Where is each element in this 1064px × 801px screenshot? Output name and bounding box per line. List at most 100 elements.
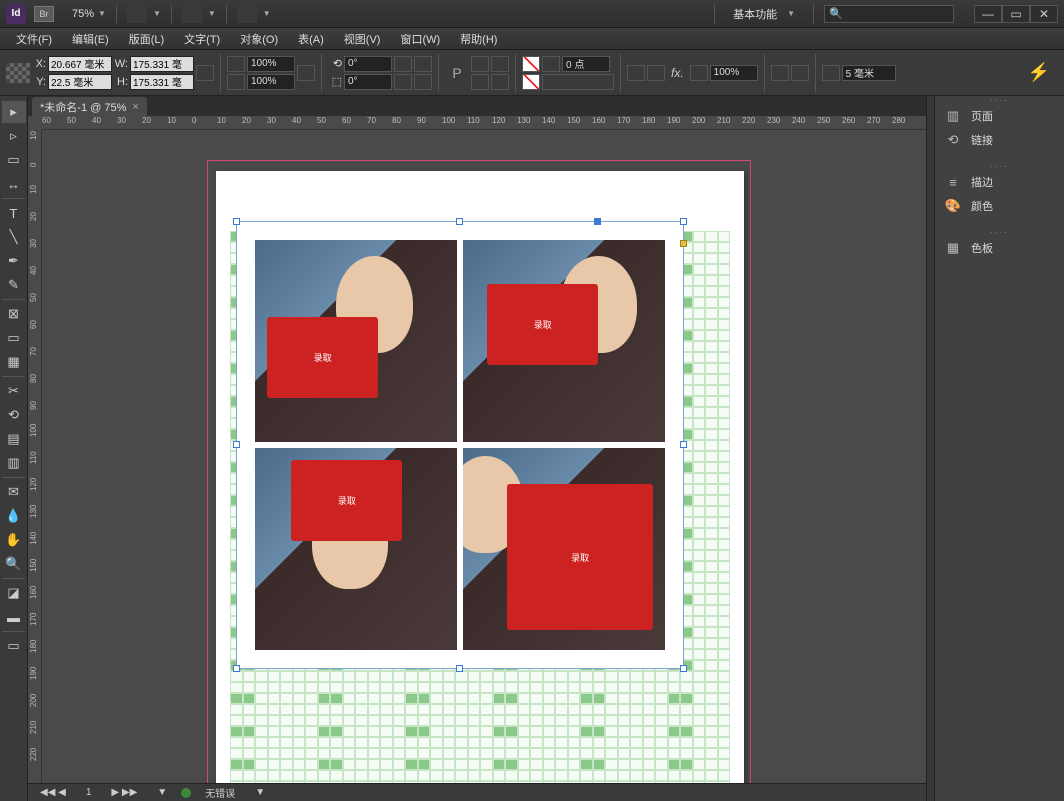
menu-object[interactable]: 对象(O) (230, 31, 288, 47)
page-nav-prev[interactable]: ◀◀ ◀ (34, 787, 72, 798)
eyedropper-tool[interactable]: 💧 (2, 505, 26, 527)
reference-point[interactable] (6, 63, 30, 83)
text-wrap-1-icon[interactable] (771, 65, 789, 81)
flip-h-icon[interactable] (394, 74, 412, 90)
menu-edit[interactable]: 编辑(E) (62, 31, 119, 47)
h-input[interactable]: 175.331 毫 (130, 74, 194, 90)
pen-tool[interactable]: ✒ (2, 250, 26, 272)
select-next-icon[interactable] (491, 74, 509, 90)
text-wrap-2-icon[interactable] (791, 65, 809, 81)
page[interactable]: 录取 录取 录取 录取 (216, 171, 744, 783)
panel-stroke[interactable]: ≡描边 (935, 170, 1064, 194)
panel-pages[interactable]: ▥页面 (935, 104, 1064, 128)
panel-dock-divider[interactable] (926, 96, 934, 801)
w-input[interactable]: 175.331 毫 (130, 56, 194, 72)
selection-handle[interactable] (594, 218, 601, 225)
selection-handle[interactable] (456, 665, 463, 672)
menu-file[interactable]: 文件(F) (6, 31, 62, 47)
menu-table[interactable]: 表(A) (288, 31, 334, 47)
menu-type[interactable]: 文字(T) (174, 31, 230, 47)
selection-handle[interactable] (233, 665, 240, 672)
master-dropdown[interactable]: ▼ (151, 787, 173, 798)
zoom-dropdown-icon[interactable]: ▼ (98, 9, 106, 18)
arrange[interactable] (237, 5, 257, 23)
apply-color[interactable]: ▬ (2, 606, 26, 628)
select-prev-icon[interactable] (471, 74, 489, 90)
frame-grid-icon[interactable] (822, 65, 840, 81)
minimize-button[interactable]: — (974, 5, 1002, 23)
page-tool[interactable]: ▭ (2, 149, 26, 171)
screen-mode[interactable] (182, 5, 202, 23)
horizontal-ruler[interactable]: 6050403020100102030405060708090100110120… (42, 116, 926, 130)
close-button[interactable]: ✕ (1030, 5, 1058, 23)
vertical-ruler[interactable]: 1001020304050607080901001101201301401501… (28, 130, 42, 783)
select-content-icon[interactable] (491, 56, 509, 72)
y-input[interactable]: 22.5 毫米 (48, 74, 112, 90)
selection-handle[interactable] (680, 441, 687, 448)
gradient-feather-tool[interactable]: ▥ (2, 452, 26, 474)
panel-grip[interactable] (935, 228, 1064, 236)
transform-tool[interactable]: ⟲ (2, 404, 26, 426)
page-number[interactable]: 1 (80, 787, 98, 798)
gradient-swatch-tool[interactable]: ▤ (2, 428, 26, 450)
flip-v-icon[interactable] (414, 74, 432, 90)
search-input[interactable]: 🔍 (824, 5, 954, 23)
type-tool[interactable]: T (2, 202, 26, 224)
stroke-weight-input[interactable]: 0 点 (562, 56, 610, 72)
scale-y-input[interactable]: 100% (247, 74, 295, 90)
direct-selection-tool[interactable]: ▹ (2, 125, 26, 147)
view-option-1[interactable] (127, 5, 147, 23)
selection-handle[interactable] (456, 218, 463, 225)
panel-color[interactable]: 🎨颜色 (935, 194, 1064, 218)
chevron-down-icon[interactable]: ▼ (263, 9, 271, 18)
gap-tool[interactable]: ↔ (2, 173, 26, 195)
image-frame-selected[interactable]: 录取 录取 录取 录取 (236, 221, 684, 669)
bolt-icon[interactable]: ⚡ (1028, 62, 1050, 83)
fill-icon[interactable] (522, 56, 540, 72)
tab-close-icon[interactable]: × (132, 101, 138, 113)
opacity-icon[interactable] (627, 65, 645, 81)
panel-swatches[interactable]: ▦色板 (935, 236, 1064, 260)
menu-layout[interactable]: 版面(L) (119, 31, 174, 47)
fill-stroke-swap[interactable]: ◪ (2, 582, 26, 604)
menu-help[interactable]: 帮助(H) (450, 31, 507, 47)
grid-tool[interactable]: ▦ (2, 351, 26, 373)
bridge-icon[interactable]: Br (34, 6, 54, 22)
selection-handle[interactable] (233, 441, 240, 448)
preflight-text[interactable]: 无错误 (199, 785, 241, 800)
stroke-style-icon[interactable] (542, 74, 614, 90)
panel-links[interactable]: ⟲链接 (935, 128, 1064, 152)
canvas[interactable]: 录取 录取 录取 录取 (42, 130, 926, 783)
chevron-down-icon[interactable]: ▼ (208, 9, 216, 18)
workspace-switcher[interactable]: 基本功能▼ (714, 4, 814, 24)
selection-handle[interactable] (680, 218, 687, 225)
rotation-input[interactable]: 0° (344, 56, 392, 72)
preflight-dropdown[interactable]: ▼ (249, 787, 271, 798)
menu-view[interactable]: 视图(V) (334, 31, 391, 47)
selection-handle[interactable] (680, 665, 687, 672)
scissors-tool[interactable]: ✂ (2, 380, 26, 402)
constrain-icon[interactable] (196, 65, 214, 81)
constrain-scale-icon[interactable] (297, 65, 315, 81)
selection-tool[interactable]: ▸ (2, 101, 26, 123)
panel-grip[interactable] (935, 96, 1064, 104)
rectangle-frame-tool[interactable]: ⊠ (2, 303, 26, 325)
menu-window[interactable]: 窗口(W) (390, 31, 450, 47)
zoom-level[interactable]: 75% (72, 8, 94, 20)
drop-shadow-icon[interactable] (647, 65, 665, 81)
panel-grip[interactable] (935, 162, 1064, 170)
line-tool[interactable]: ╲ (2, 226, 26, 248)
rotate-cw-icon[interactable] (394, 56, 412, 72)
page-nav-next[interactable]: ▶ ▶▶ (105, 787, 143, 798)
rotate-ccw-icon[interactable] (414, 56, 432, 72)
hand-tool[interactable]: ✋ (2, 529, 26, 551)
selection-handle[interactable] (233, 218, 240, 225)
select-container-icon[interactable] (471, 56, 489, 72)
scale-x-input[interactable]: 100% (247, 56, 295, 72)
maximize-button[interactable]: ▭ (1002, 5, 1030, 23)
selection-handle-yellow[interactable] (680, 240, 687, 247)
document-tab[interactable]: *未命名-1 @ 75% × (32, 97, 147, 116)
grid-size-input[interactable]: 5 毫米 (842, 65, 896, 81)
zoom-tool[interactable]: 🔍 (2, 553, 26, 575)
pencil-tool[interactable]: ✎ (2, 274, 26, 296)
